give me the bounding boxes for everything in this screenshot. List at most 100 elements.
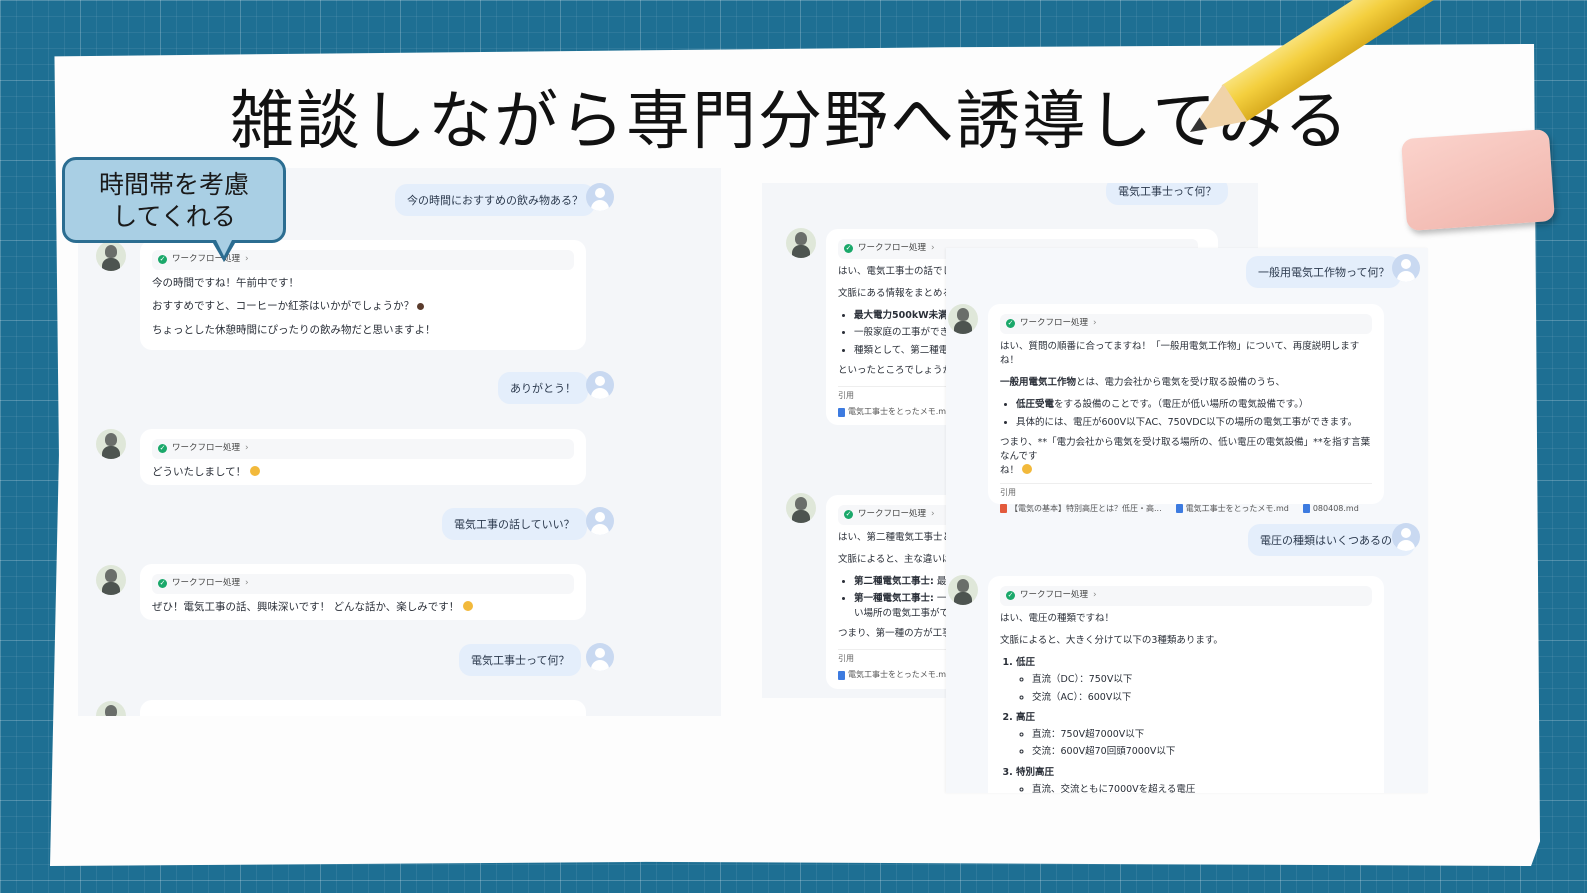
message-text: ちょっとした休憩時間にぴったりの飲み物だと思いますよ！ [152, 324, 436, 336]
bot-message: ✓ ワークフロー処理 › ぜひ！電気工事の話、興味深いです！ どんな話か、楽しみです… [140, 564, 586, 620]
check-icon: ✓ [1006, 319, 1015, 329]
bot-avatar-icon [786, 493, 816, 523]
user-avatar-icon [586, 643, 614, 671]
reference-link[interactable]: 電気工事士をとったメモ.md [838, 669, 951, 681]
user-message: 電気工事士って何？ [1106, 183, 1229, 205]
smile-emoji-icon [1022, 464, 1033, 475]
smile-emoji-icon [462, 600, 473, 611]
message-text: 今の時間ですね！午前中です！ [152, 276, 299, 289]
list-item: 具体的には、電圧が600V以下AC、750VDC以下の場所の電気工事ができます。 [1016, 416, 1372, 430]
reference-link[interactable]: 電気工事士をとったメモ.md [1175, 503, 1289, 515]
list-subitem: 交流（AC）：600V以下 [1032, 691, 1372, 705]
user-message: 一般用電気工作物って何？ [1246, 256, 1402, 288]
user-avatar-icon [1392, 254, 1420, 282]
left-chat-panel[interactable]: 今の時間におすすめの飲み物ある？ ✓ ワークフロー処理 › 今の時間ですね！午前中で… [78, 168, 721, 716]
user-message: ありがとう！ [498, 372, 588, 404]
workflow-label: ワークフロー処理 [172, 443, 241, 454]
callout-line: 時間帯を考慮 [98, 170, 249, 199]
message-text: とは、電力会社から電気を受け取る設備のうち、 [1076, 377, 1286, 388]
bot-avatar-icon [96, 241, 126, 271]
list-subitem: 直流、交流ともに7000Vを超える電圧 [1032, 783, 1372, 793]
check-icon: ✓ [158, 579, 167, 589]
reference-link[interactable]: 080408.md [1302, 503, 1359, 515]
message-text: どういたしまして！ [152, 465, 247, 478]
list-item-text: 一 [933, 593, 947, 605]
message-text: はい、電圧の種類ですね！ [1000, 612, 1115, 624]
list-item: 特別高圧 直流、交流ともに7000Vを超える電圧 [1016, 766, 1372, 794]
message-text: つまり、**「電力会社から電気を受け取る場所の、低い電圧の電気設備」**を指す言… [1000, 436, 1371, 462]
chevron-right-icon: › [245, 254, 249, 264]
user-avatar-icon [1392, 523, 1420, 551]
message-text: 文脈によると、大きく分けて以下の3種類あります。 [1000, 634, 1223, 646]
bot-message-partial [140, 700, 586, 716]
bot-message: ✓ ワークフロー処理 › どういたしまして！ [140, 429, 586, 485]
check-icon: ✓ [844, 510, 853, 520]
list-item-label: 低圧受電 [1016, 399, 1055, 411]
message-text: はい、質問の順番に合ってますね！「一般用電気工作物」について、再度説明しますね！ [1000, 340, 1360, 366]
message-bold: 一般用電気工作物 [1000, 377, 1077, 388]
workflow-label: ワークフロー処理 [1020, 318, 1089, 329]
workflow-toggle[interactable]: ✓ ワークフロー処理 › [1000, 586, 1372, 606]
workflow-toggle[interactable]: ✓ ワークフロー処理 › [152, 439, 574, 459]
reference-name: 電気工事士をとったメモ.md [848, 670, 952, 679]
list-item: 低圧受電をする設備のことです。（電圧が低い場所の電気設備です。） [1016, 398, 1372, 412]
right-front-chat-panel[interactable]: 一般用電気工作物って何？ ✓ ワークフロー処理 › はい、質問の順番に合ってますね！… [946, 248, 1428, 793]
document-icon [838, 407, 845, 417]
workflow-toggle[interactable]: ✓ ワークフロー処理 › [152, 574, 574, 594]
bot-message: ✓ ワークフロー処理 › はい、質問の順番に合ってますね！「一般用電気工作物」につい… [988, 304, 1384, 513]
list-item-text: 最 [933, 576, 947, 587]
list-item: 高圧 直流：750V超7000V以下 交流：600V超70回頭7000V以下 [1016, 711, 1372, 760]
document-icon [1175, 504, 1183, 513]
bot-avatar-icon [948, 575, 978, 605]
reference-name: 電気工事士をとったメモ.md [1185, 503, 1289, 513]
user-message: 電気工事士って何？ [459, 644, 582, 676]
chevron-right-icon: › [1093, 590, 1097, 600]
workflow-label: ワークフロー処理 [172, 578, 241, 589]
reference-link[interactable]: 電気工事士をとったメモ.md [838, 406, 951, 418]
list-item-text: をする設備のことです。（電圧が低い場所の電気設備です。） [1054, 399, 1309, 411]
list-item-text: い場所の電気工事ができ [854, 607, 959, 619]
bot-avatar-icon [96, 701, 126, 716]
list-subitem: 直流（DC）：750V以下 [1032, 673, 1372, 687]
list-item-label: 高圧 [1016, 711, 1036, 723]
check-icon: ✓ [158, 255, 167, 265]
list-item-label: 低圧 [1016, 657, 1036, 668]
coffee-emoji-icon [417, 303, 425, 311]
workflow-label: ワークフロー処理 [1020, 590, 1089, 601]
message-text: ね！ [1000, 465, 1020, 477]
reference-name: 080408.md [1312, 503, 1359, 513]
reference-label: 引用 [1000, 482, 1372, 499]
list-item: 低圧 直流（DC）：750V以下 交流（AC）：600V以下 [1016, 656, 1372, 705]
user-avatar-icon [586, 507, 614, 535]
list-item-label: 第一種電気工事士: [854, 593, 934, 605]
chevron-right-icon: › [245, 578, 249, 588]
user-avatar-icon [586, 183, 614, 211]
message-text: おすすめですと、コーヒーか紅茶はいかがでしょうか？ [152, 300, 415, 313]
bot-avatar-icon [948, 304, 978, 334]
list-item-label: 特別高圧 [1016, 766, 1055, 778]
smile-emoji-icon [249, 465, 260, 476]
bot-avatar-icon [96, 429, 126, 459]
reference-link[interactable]: 【電気の基本】特別高圧とは？低圧・高... [1000, 503, 1162, 515]
page-title: 雑談しながら専門分野へ誘導してみる [230, 85, 1351, 159]
bot-avatar-icon [786, 228, 816, 258]
check-icon: ✓ [844, 244, 853, 254]
message-text: ぜひ！電気工事の話、興味深いです！ どんな話か、楽しみです！ [152, 600, 460, 613]
workflow-label: ワークフロー処理 [858, 509, 927, 520]
reference-name: 電気工事士をとったメモ.md [848, 407, 952, 416]
chevron-right-icon: › [245, 443, 249, 453]
chevron-right-icon: › [931, 509, 935, 519]
eraser-icon [1400, 128, 1556, 232]
user-message: 電気工事の話していい？ [442, 508, 587, 540]
check-icon: ✓ [1006, 591, 1015, 601]
callout-tail-fill [214, 236, 234, 256]
check-icon: ✓ [158, 444, 167, 454]
chevron-right-icon: › [931, 243, 935, 253]
workflow-toggle[interactable]: ✓ ワークフロー処理 › [1000, 314, 1372, 334]
bot-message: ✓ ワークフロー処理 › 今の時間ですね！午前中です！ おすすめですと、コーヒーか紅… [140, 240, 586, 350]
list-item-label: 第二種電気工事士: [854, 576, 934, 587]
chevron-right-icon: › [1093, 318, 1097, 328]
bot-avatar-icon [96, 565, 126, 595]
bot-message: ✓ ワークフロー処理 › はい、電圧の種類ですね！ 文脈によると、大きく分けて以下の… [988, 576, 1384, 793]
list-subitem: 直流：750V超7000V以下 [1032, 728, 1372, 742]
